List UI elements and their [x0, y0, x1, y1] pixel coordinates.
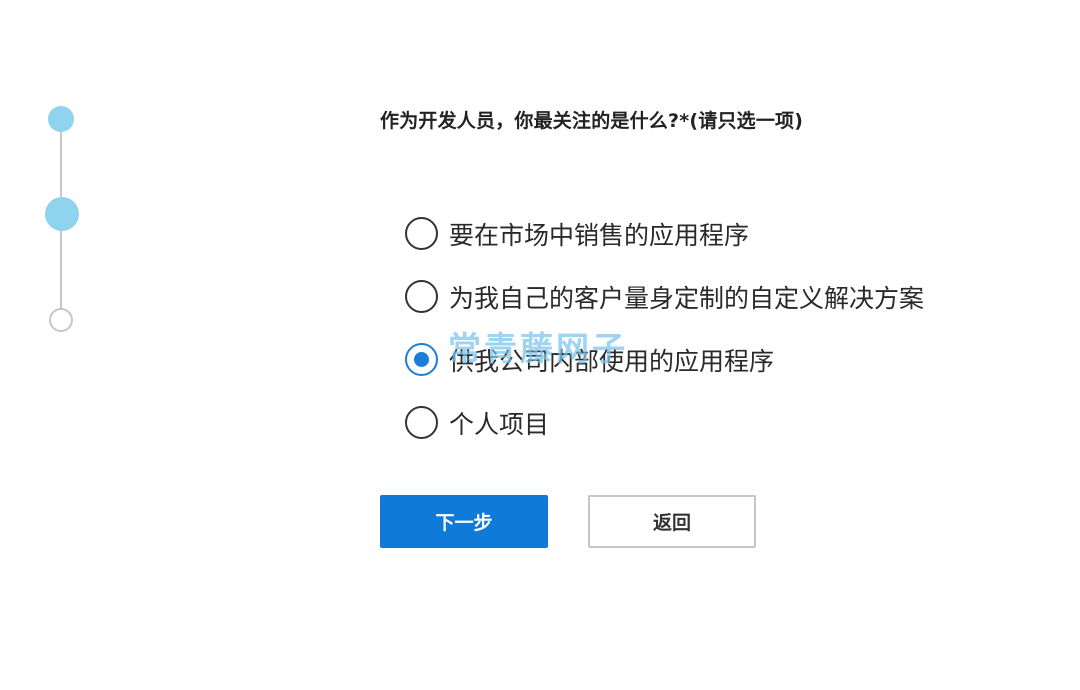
back-button[interactable]: 返回: [588, 495, 756, 548]
radio-button[interactable]: [405, 280, 438, 313]
step-indicator-upcoming: [49, 308, 73, 332]
next-button[interactable]: 下一步: [380, 495, 548, 548]
option-list: 要在市场中销售的应用程序 为我自己的客户量身定制的自定义解决方案 供我公司内部使…: [405, 202, 924, 454]
radio-button[interactable]: [405, 406, 438, 439]
option-personal-project[interactable]: 个人项目: [405, 391, 924, 454]
question-title: 作为开发人员，你最关注的是什么?*(请只选一项): [380, 110, 804, 132]
radio-selected-dot: [414, 352, 429, 367]
option-label: 供我公司内部使用的应用程序: [449, 346, 775, 376]
option-label: 为我自己的客户量身定制的自定义解决方案: [449, 283, 925, 313]
step-indicator-current: [45, 197, 79, 231]
option-label: 个人项目: [449, 409, 550, 439]
option-label: 要在市场中销售的应用程序: [449, 220, 750, 250]
radio-button[interactable]: [405, 217, 438, 250]
step-indicator-completed: [48, 106, 74, 132]
radio-button-selected[interactable]: [405, 343, 438, 376]
option-marketplace-app[interactable]: 要在市场中销售的应用程序: [405, 202, 924, 265]
option-custom-solution[interactable]: 为我自己的客户量身定制的自定义解决方案: [405, 265, 924, 328]
option-internal-app[interactable]: 供我公司内部使用的应用程序: [405, 328, 924, 391]
wizard-page: 作为开发人员，你最关注的是什么?*(请只选一项) 要在市场中销售的应用程序 为我…: [0, 0, 1080, 690]
